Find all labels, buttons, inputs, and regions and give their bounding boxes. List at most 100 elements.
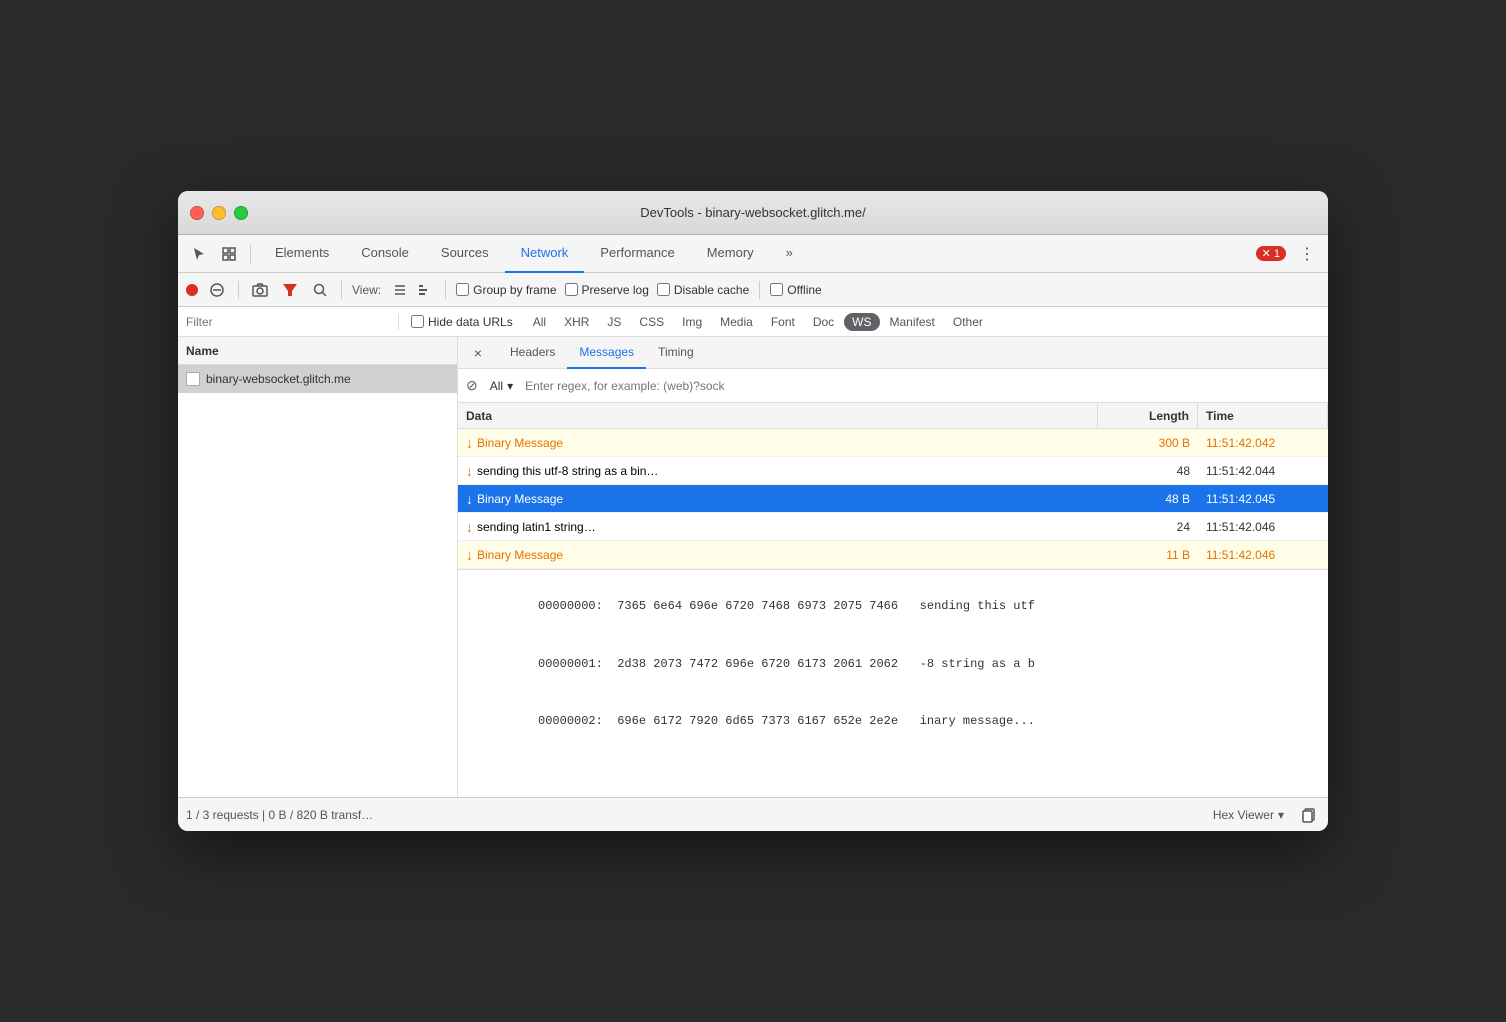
hex-line-1: 00000000: 7365 6e64 696e 6720 7468 6973 … <box>538 599 1035 613</box>
message-length-cell: 24 <box>1098 513 1198 540</box>
filter-input[interactable] <box>186 315 386 329</box>
disable-cache-checkbox[interactable]: Disable cache <box>657 283 749 297</box>
dropdown-arrow-icon: ▾ <box>1278 808 1284 822</box>
header-length: Length <box>1098 403 1198 428</box>
tab-headers[interactable]: Headers <box>498 337 567 369</box>
close-button[interactable] <box>190 206 204 220</box>
filter-font[interactable]: Font <box>763 313 803 331</box>
filter-media[interactable]: Media <box>712 313 761 331</box>
tab-sources[interactable]: Sources <box>425 235 505 273</box>
message-time-cell: 11:51:42.042 <box>1198 429 1328 456</box>
table-row[interactable]: ↓ Binary Message 11 B 11:51:42.046 <box>458 541 1328 569</box>
devtools-window: DevTools - binary-websocket.glitch.me/ E… <box>178 191 1328 831</box>
table-row[interactable]: ↓ Binary Message 300 B 11:51:42.042 <box>458 429 1328 457</box>
messages-table: Data Length Time ↓ Binary Message 300 B … <box>458 403 1328 797</box>
messages-filter: ⊘ All ▾ <box>458 369 1328 403</box>
arrow-icon: ↓ <box>466 547 473 563</box>
filter-xhr[interactable]: XHR <box>556 313 597 331</box>
status-right: Hex Viewer ▾ <box>1207 804 1320 826</box>
tab-timing[interactable]: Timing <box>646 337 706 369</box>
inspect-icon[interactable] <box>216 241 242 267</box>
preserve-log-checkbox[interactable]: Preserve log <box>565 283 649 297</box>
message-text: Binary Message <box>477 492 563 506</box>
filter-doc[interactable]: Doc <box>805 313 842 331</box>
offline-checkbox[interactable]: Offline <box>770 283 821 297</box>
filter-icon[interactable] <box>279 279 301 301</box>
message-data-cell: ↓ sending this utf-8 string as a bin… <box>458 457 1098 484</box>
message-time-cell: 11:51:42.046 <box>1198 513 1328 540</box>
close-detail-button[interactable]: × <box>466 341 490 365</box>
block-icon: ⊘ <box>466 377 478 394</box>
waterfall-view-icon[interactable] <box>413 279 435 301</box>
tab-console[interactable]: Console <box>345 235 425 273</box>
group-by-frame-checkbox[interactable]: Group by frame <box>456 283 556 297</box>
header-data: Data <box>458 403 1098 428</box>
copy-button[interactable] <box>1298 804 1320 826</box>
search-icon[interactable] <box>309 279 331 301</box>
toolbar-right: ✕ 1 ⋮ <box>1256 241 1320 267</box>
clear-button[interactable] <box>206 279 228 301</box>
arrow-icon: ↓ <box>466 519 473 535</box>
camera-icon[interactable] <box>249 279 271 301</box>
message-data-cell: ↓ Binary Message <box>458 485 1098 512</box>
tab-messages[interactable]: Messages <box>567 337 646 369</box>
main-tabs: Elements Console Sources Network Perform… <box>259 235 809 273</box>
toolbar-separator <box>250 244 251 264</box>
file-list: Name binary-websocket.glitch.me <box>178 337 458 797</box>
main-content: Name binary-websocket.glitch.me × Header… <box>178 337 1328 797</box>
error-badge[interactable]: ✕ 1 <box>1256 246 1286 261</box>
filter-all[interactable]: All <box>525 313 554 331</box>
toolbar-sep-1 <box>238 281 239 299</box>
hex-viewer-label: Hex Viewer <box>1213 808 1274 822</box>
more-options-button[interactable]: ⋮ <box>1294 241 1320 267</box>
file-name: binary-websocket.glitch.me <box>206 372 351 386</box>
filter-img[interactable]: Img <box>674 313 710 331</box>
tab-performance[interactable]: Performance <box>584 235 690 273</box>
record-button[interactable] <box>186 284 198 296</box>
error-icon: ✕ <box>1262 247 1271 260</box>
message-data-cell: ↓ Binary Message <box>458 541 1098 568</box>
hex-viewer-dropdown[interactable]: Hex Viewer ▾ <box>1207 806 1290 824</box>
messages-search-input[interactable] <box>525 379 1320 393</box>
message-time-cell: 11:51:42.046 <box>1198 541 1328 568</box>
file-icon <box>186 372 200 386</box>
minimize-button[interactable] <box>212 206 226 220</box>
maximize-button[interactable] <box>234 206 248 220</box>
arrow-icon: ↓ <box>466 491 473 507</box>
traffic-lights <box>190 206 248 220</box>
filter-js[interactable]: JS <box>599 313 629 331</box>
tab-network[interactable]: Network <box>505 235 585 273</box>
filter-other[interactable]: Other <box>945 313 991 331</box>
message-text: sending this utf-8 string as a bin… <box>477 464 658 478</box>
message-text: Binary Message <box>477 548 563 562</box>
status-bar: 1 / 3 requests | 0 B / 820 B transf… Hex… <box>178 797 1328 831</box>
filter-css[interactable]: CSS <box>631 313 672 331</box>
message-time-cell: 11:51:42.045 <box>1198 485 1328 512</box>
hide-data-urls-checkbox[interactable]: Hide data URLs <box>411 315 513 329</box>
message-filter-dropdown[interactable]: All ▾ <box>486 377 517 395</box>
cursor-icon[interactable] <box>186 241 212 267</box>
tab-elements[interactable]: Elements <box>259 235 345 273</box>
list-view-icon[interactable] <box>389 279 411 301</box>
filter-manifest[interactable]: Manifest <box>882 313 943 331</box>
main-toolbar: Elements Console Sources Network Perform… <box>178 235 1328 273</box>
view-toggle <box>389 279 435 301</box>
list-item[interactable]: binary-websocket.glitch.me <box>178 365 457 393</box>
filter-all-label: All <box>490 379 503 393</box>
message-text: sending latin1 string… <box>477 520 596 534</box>
detail-tabs: × Headers Messages Timing <box>458 337 1328 369</box>
toolbar-sep-4 <box>759 281 760 299</box>
tab-more[interactable]: » <box>770 235 809 273</box>
table-row[interactable]: ↓ Binary Message 48 B 11:51:42.045 <box>458 485 1328 513</box>
file-list-header: Name <box>178 337 457 365</box>
message-text: Binary Message <box>477 436 563 450</box>
filter-ws[interactable]: WS <box>844 313 879 331</box>
table-row[interactable]: ↓ sending this utf-8 string as a bin… 48… <box>458 457 1328 485</box>
filter-separator <box>398 314 399 330</box>
hex-line-2: 00000001: 2d38 2073 7472 696e 6720 6173 … <box>538 657 1035 671</box>
window-title: DevTools - binary-websocket.glitch.me/ <box>640 205 865 220</box>
table-row[interactable]: ↓ sending latin1 string… 24 11:51:42.046 <box>458 513 1328 541</box>
tab-memory[interactable]: Memory <box>691 235 770 273</box>
message-data-cell: ↓ Binary Message <box>458 429 1098 456</box>
network-toolbar: View: Group by frame <box>178 273 1328 307</box>
